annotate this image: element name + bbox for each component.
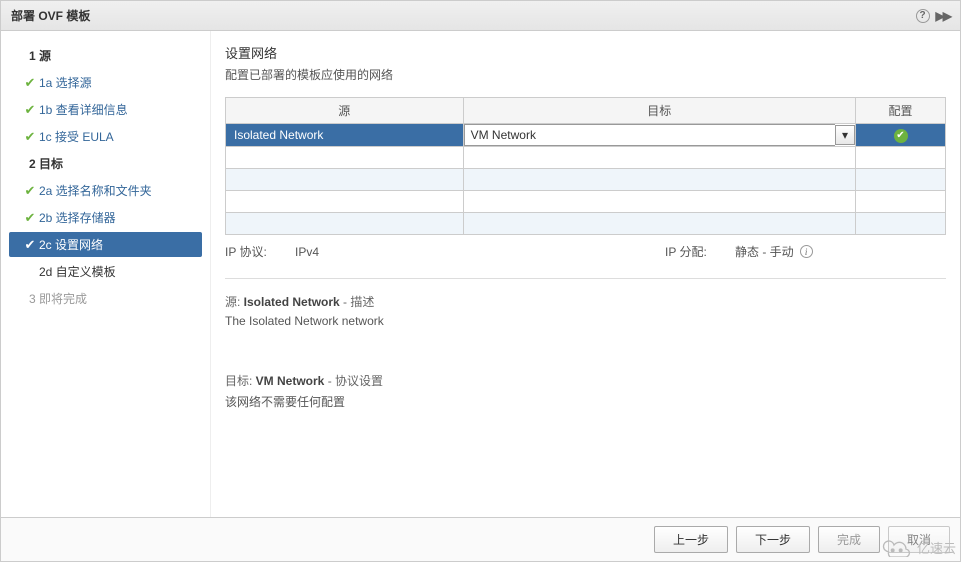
col-header-config: 配置 xyxy=(856,98,946,124)
step-1c-accept-eula[interactable]: ✔1c 接受 EULA xyxy=(1,124,210,149)
check-icon: ✔ xyxy=(21,210,39,226)
network-row-selected[interactable]: Isolated Network VM Network ▾ ✔ xyxy=(226,124,946,147)
cancel-button[interactable]: 取消 xyxy=(888,526,950,553)
window-title: 部署 OVF 模板 xyxy=(11,7,90,24)
back-button[interactable]: 上一步 xyxy=(654,526,728,553)
step-3-ready: 3 即将完成 xyxy=(1,286,210,311)
source-description-block: 源: Isolated Network - 描述 The Isolated Ne… xyxy=(225,293,946,328)
empty-row xyxy=(226,169,946,191)
check-icon: ✔ xyxy=(21,237,39,253)
main-panel: 设置网络 配置已部署的模板应使用的网络 源 目标 配置 Isolated Net… xyxy=(211,31,960,517)
finish-button: 完成 xyxy=(818,526,880,553)
step-2b-select-storage[interactable]: ✔2b 选择存储器 xyxy=(1,205,210,230)
wizard-sidebar: 1 源 ✔1a 选择源 ✔1b 查看详细信息 ✔1c 接受 EULA 2 目标 … xyxy=(1,31,211,517)
config-ok-icon: ✔ xyxy=(894,129,908,143)
check-icon: ✔ xyxy=(21,102,39,118)
empty-row xyxy=(226,147,946,169)
col-header-source: 源 xyxy=(226,98,464,124)
source-network-cell: Isolated Network xyxy=(226,124,464,147)
protocol-row: IP 协议: IPv4 IP 分配: 静态 - 手动 i xyxy=(225,243,946,279)
titlebar: 部署 OVF 模板 ? ▶▶ xyxy=(1,1,960,31)
ip-allocation-value: 静态 - 手动 xyxy=(735,243,794,260)
info-icon[interactable]: i xyxy=(800,245,813,258)
check-icon: ✔ xyxy=(21,129,39,145)
step-1a-select-source[interactable]: ✔1a 选择源 xyxy=(1,70,210,95)
step-2d-customize-template: 2d 自定义模板 xyxy=(1,259,210,284)
check-icon: ✔ xyxy=(21,183,39,199)
col-header-dest: 目标 xyxy=(463,98,855,124)
collapse-icon[interactable]: ▶▶ xyxy=(936,9,950,23)
footer-bar: 上一步 下一步 完成 取消 xyxy=(1,517,960,561)
help-icon[interactable]: ? xyxy=(916,9,930,23)
destination-description-block: 目标: VM Network - 协议设置 该网络不需要任何配置 xyxy=(225,372,946,410)
page-title: 设置网络 xyxy=(225,43,946,62)
dropdown-arrow-icon[interactable]: ▾ xyxy=(835,125,855,145)
ip-protocol-label: IP 协议: xyxy=(225,243,295,260)
destination-network-select[interactable]: VM Network ▾ xyxy=(464,124,855,146)
destination-description-body: 该网络不需要任何配置 xyxy=(225,393,946,410)
step-2c-setup-network[interactable]: ✔2c 设置网络 xyxy=(9,232,202,257)
step-1-source: 1 源 xyxy=(1,43,210,68)
destination-network-value: VM Network xyxy=(464,124,835,146)
empty-row xyxy=(226,213,946,235)
check-icon: ✔ xyxy=(21,75,39,91)
dialog-window: 部署 OVF 模板 ? ▶▶ 1 源 ✔1a 选择源 ✔1b 查看详细信息 ✔1… xyxy=(0,0,961,562)
source-description-body: The Isolated Network network xyxy=(225,314,946,328)
step-2a-select-name[interactable]: ✔2a 选择名称和文件夹 xyxy=(1,178,210,203)
step-2-target: 2 目标 xyxy=(1,151,210,176)
step-1b-review-details[interactable]: ✔1b 查看详细信息 xyxy=(1,97,210,122)
next-button[interactable]: 下一步 xyxy=(736,526,810,553)
ip-protocol-value: IPv4 xyxy=(295,245,475,259)
page-subtitle: 配置已部署的模板应使用的网络 xyxy=(225,66,946,83)
network-mapping-table: 源 目标 配置 Isolated Network VM Network ▾ xyxy=(225,97,946,235)
empty-row xyxy=(226,191,946,213)
ip-allocation-label: IP 分配: xyxy=(665,243,735,260)
